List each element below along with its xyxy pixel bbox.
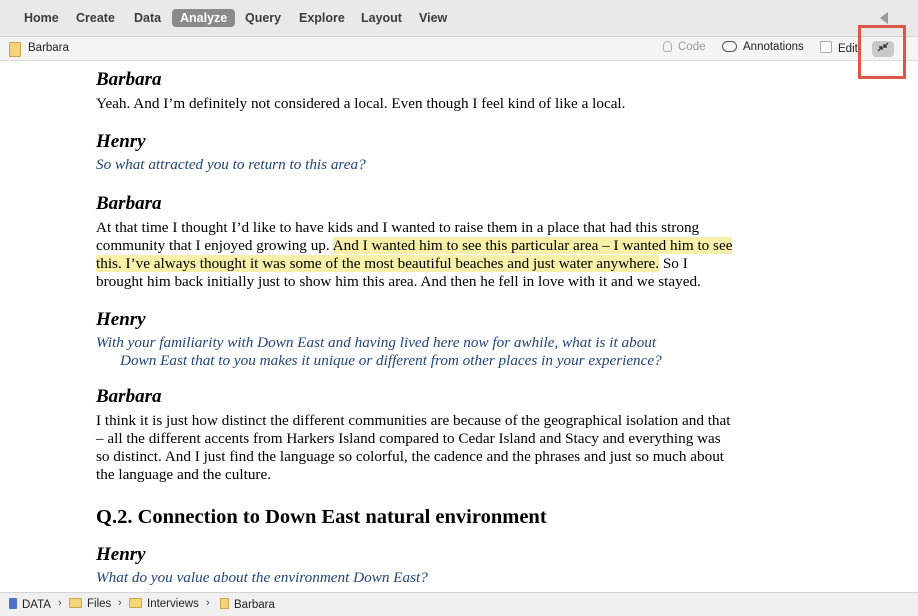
breadcrumb-label: Interviews [147,598,199,610]
question-text: With your familiarity with Down East and… [96,333,657,351]
code-label: Code [678,41,706,53]
menu-view[interactable]: View [411,9,455,27]
lightbulb-icon [663,41,672,52]
breadcrumb-data[interactable]: DATA [9,598,51,611]
annotations-toggle[interactable]: Annotations [722,41,804,53]
ribbon-menu-bar: Home Create Data Analyze Query Explore L… [0,0,918,37]
edit-label: Edit [838,43,858,55]
menu-home[interactable]: Home [16,9,67,27]
speaker-name: Barbara [96,385,162,407]
answer-text: At that time I thought I’d like to have … [96,219,736,291]
menu-data[interactable]: Data [126,9,169,27]
speaker-name: Henry [96,308,146,330]
folder-icon [129,598,142,608]
transcript-body: Barbara Yeah. And I’m definitely not con… [96,67,736,587]
menu-explore[interactable]: Explore [291,9,353,27]
menu-layout[interactable]: Layout [353,9,410,27]
section-heading: Q.2. Connection to Down East natural env… [96,505,547,528]
menu-analyze[interactable]: Analyze [172,9,236,27]
document-title: Barbara [28,42,69,54]
speaker-name: Barbara [96,192,162,214]
breadcrumb-interviews[interactable]: Interviews [129,598,199,610]
edit-checkbox[interactable] [820,41,832,53]
breadcrumb: DATA › Files › Interviews › Barbara [0,592,918,616]
document-icon [220,598,229,609]
breadcrumb-label: Files [87,598,112,610]
menu-scroll-left-icon[interactable] [880,12,888,24]
database-icon [9,598,17,609]
folder-icon [69,598,82,608]
menu-create[interactable]: Create [68,9,123,27]
code-toggle[interactable]: Code [663,41,706,53]
speaker-name: Barbara [96,69,162,90]
question-text: Down East that to you makes it unique or… [120,352,662,369]
chevron-right-icon: › [118,597,122,609]
document-icon [9,42,21,57]
question-text: So what attracted you to return to this … [96,156,366,173]
answer-text: I think it is just how distinct the diff… [96,411,731,483]
callout-highlight [858,25,906,79]
breadcrumb-label: Barbara [234,599,275,611]
annotations-label: Annotations [743,41,804,53]
speaker-name: Henry [96,131,146,152]
breadcrumb-label: DATA [22,599,51,611]
menu-query[interactable]: Query [237,9,289,27]
chevron-right-icon: › [206,597,210,609]
breadcrumb-barbara[interactable]: Barbara [220,598,275,611]
breadcrumb-files[interactable]: Files [69,598,111,610]
question-text: What do you value about the environment … [96,568,428,586]
chevron-right-icon: › [58,597,62,609]
speaker-name: Henry [96,543,146,565]
answer-text: Yeah. And I’m definitely not considered … [96,95,626,112]
document-toolbar: Barbara Code Annotations Edit [0,37,918,61]
speech-bubble-icon [722,41,737,52]
edit-toggle[interactable]: Edit [820,41,858,55]
